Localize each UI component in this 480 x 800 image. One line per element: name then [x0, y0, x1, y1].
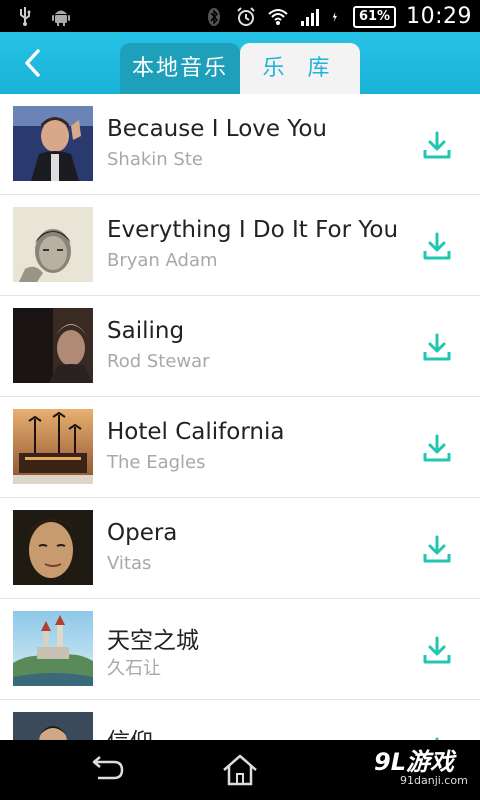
wifi-icon [268, 8, 288, 25]
song-row[interactable]: Because I Love You Shakin Ste [0, 94, 480, 195]
song-artist: Bryan Adam [107, 250, 218, 271]
song-artist: Vitas [107, 553, 152, 574]
song-row[interactable]: 天空之城 久石让 [0, 599, 480, 700]
tab-library[interactable]: 乐 库 [240, 43, 360, 94]
song-artist: The Eagles [107, 452, 206, 473]
album-art [13, 106, 93, 181]
song-row[interactable]: Opera Vitas [0, 498, 480, 599]
alarm-icon [237, 6, 255, 26]
song-title: Sailing [107, 318, 185, 344]
tab-local-music[interactable]: 本地音乐 [120, 43, 240, 94]
album-art [13, 207, 93, 282]
nav-back-icon[interactable] [88, 754, 126, 786]
charging-icon [332, 11, 337, 22]
song-title: 信仰 [107, 722, 153, 740]
download-icon[interactable] [422, 332, 452, 362]
album-art [13, 308, 93, 383]
download-icon[interactable] [422, 635, 452, 665]
android-icon [52, 10, 70, 26]
download-icon[interactable] [422, 534, 452, 564]
usb-icon [20, 7, 31, 26]
status-left-icons [14, 5, 72, 27]
status-bar: 61% 10:29 [0, 0, 480, 32]
song-row[interactable]: Everything I Do It For You Bryan Adam [0, 195, 480, 296]
album-art [13, 409, 93, 484]
album-art [13, 611, 93, 686]
signal-icon [300, 8, 319, 26]
song-row[interactable]: Sailing Rod Stewar [0, 296, 480, 397]
navigation-bar: 9L游戏 91danji.com [0, 740, 480, 800]
album-art [13, 510, 93, 585]
tab-bar: 本地音乐 乐 库 [120, 43, 360, 94]
download-icon[interactable] [422, 433, 452, 463]
song-artist: Shakin Ste [107, 149, 203, 170]
song-list: Because I Love You Shakin Ste Everything… [0, 94, 480, 740]
home-icon[interactable] [220, 752, 260, 788]
back-arrow-icon[interactable] [18, 46, 48, 80]
header-bar: 本地音乐 乐 库 [0, 32, 480, 94]
song-title: Hotel California [107, 419, 285, 445]
song-artist: 久石让 [107, 658, 161, 679]
song-row[interactable]: 信仰 [0, 700, 480, 740]
album-art [13, 712, 93, 740]
song-title: 天空之城 [107, 628, 199, 654]
song-title: Opera [107, 520, 178, 546]
download-icon[interactable] [422, 130, 452, 160]
status-right-icons: 61% 10:29 [203, 4, 472, 29]
bluetooth-icon [207, 7, 220, 26]
watermark: 9L游戏 91danji.com [374, 750, 474, 792]
song-title: Because I Love You [107, 116, 327, 142]
battery-level: 61% [352, 5, 397, 28]
watermark-logo: 9L游戏 [374, 748, 454, 776]
song-title: Everything I Do It For You [107, 217, 399, 243]
song-row[interactable]: Hotel California The Eagles [0, 397, 480, 498]
clock: 10:29 [406, 4, 472, 29]
watermark-site: 91danji.com [400, 774, 468, 787]
download-icon[interactable] [422, 231, 452, 261]
song-artist: Rod Stewar [107, 351, 210, 372]
